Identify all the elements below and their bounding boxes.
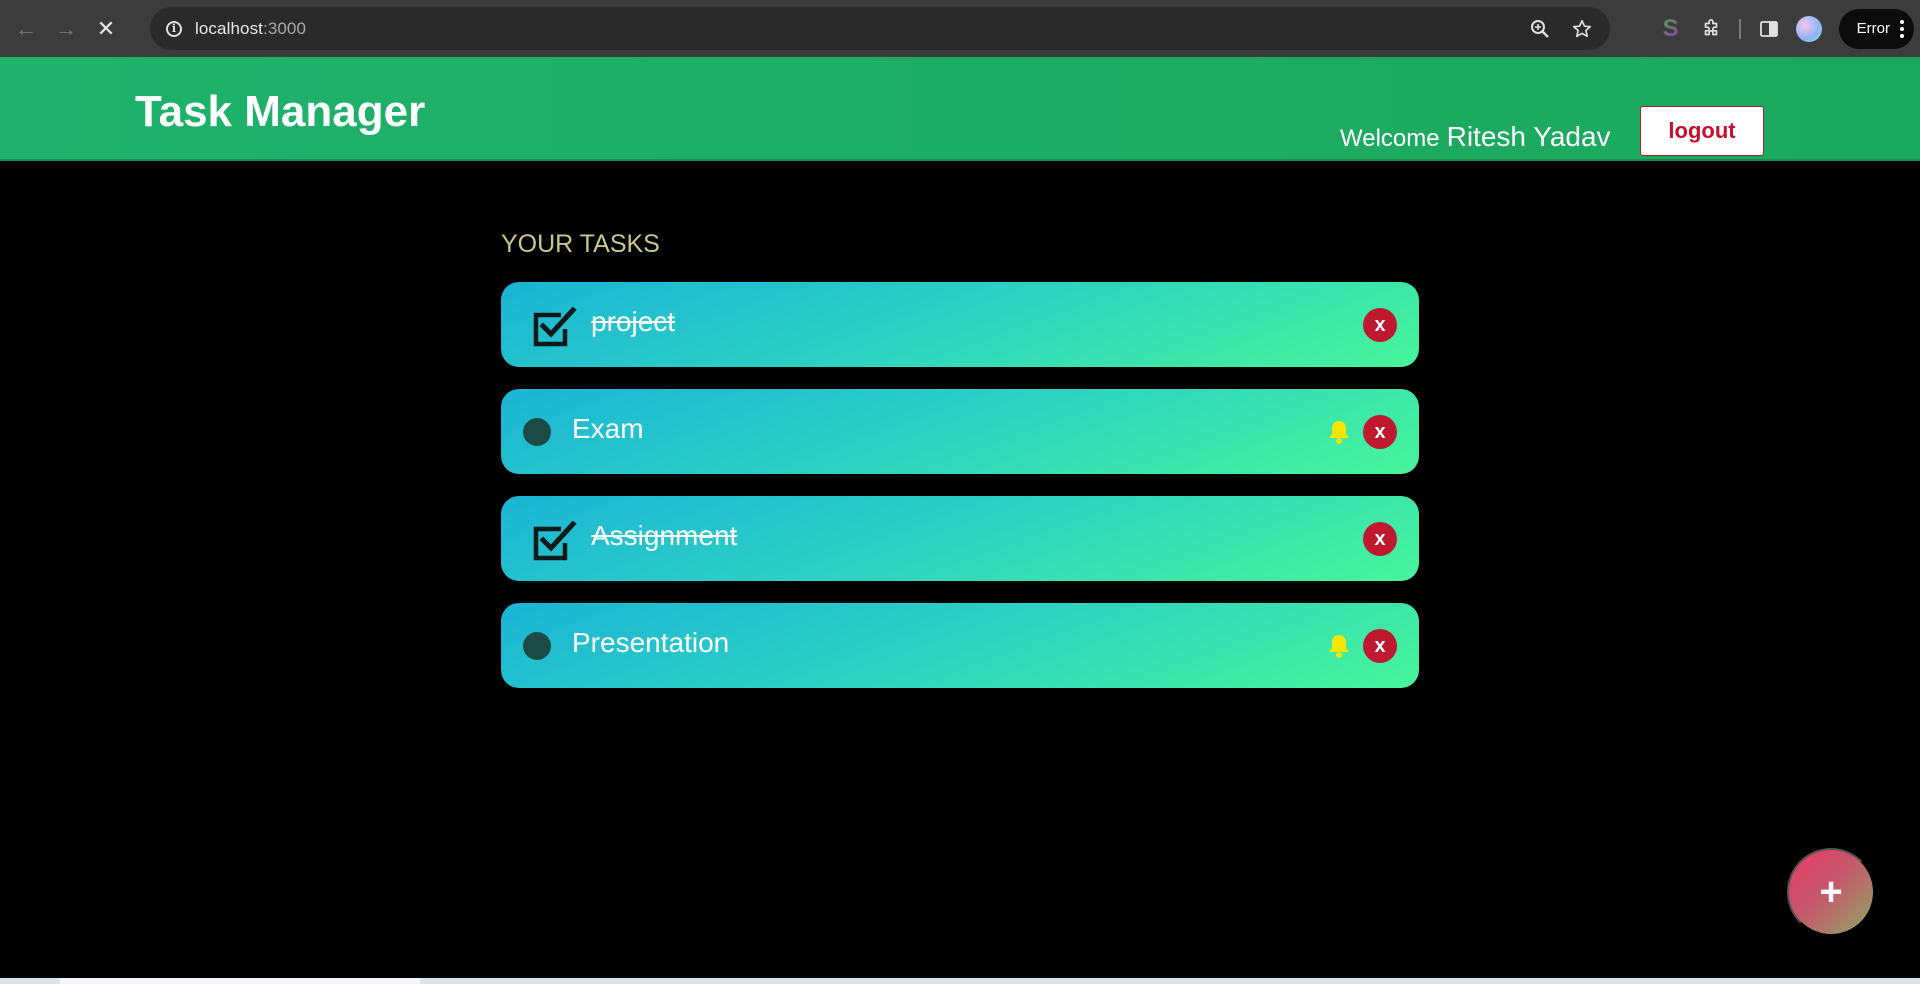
puzzle-icon[interactable] xyxy=(1691,9,1731,49)
task-card[interactable]: Assignment x xyxy=(501,496,1419,581)
avatar-icon[interactable] xyxy=(1789,9,1829,49)
bell-icon[interactable] xyxy=(1327,633,1351,659)
tasks-heading: YOUR TASKS xyxy=(501,230,660,258)
app-header: Task Manager Welcome Ritesh Yadav logout xyxy=(0,57,1920,161)
kebab-icon xyxy=(1900,19,1904,38)
task-card[interactable]: Presentation x xyxy=(501,603,1419,688)
extension-s-icon[interactable]: S xyxy=(1651,9,1691,49)
welcome-message: Welcome Ritesh Yadav xyxy=(1340,121,1611,153)
delete-task-button[interactable]: x xyxy=(1363,522,1397,556)
task-title: Presentation xyxy=(572,627,730,658)
zoom-icon[interactable] xyxy=(1528,17,1552,41)
sidebar-icon[interactable] xyxy=(1749,9,1789,49)
task-card[interactable]: Exam x xyxy=(501,389,1419,474)
pending-dot-icon[interactable] xyxy=(523,632,551,660)
delete-task-button[interactable]: x xyxy=(1363,415,1397,449)
plus-icon: + xyxy=(1819,869,1843,914)
error-label: Error xyxy=(1856,20,1890,37)
star-icon[interactable] xyxy=(1570,17,1594,41)
url-host: localhost xyxy=(195,18,263,38)
task-title: Assignment xyxy=(591,520,738,551)
address-bar[interactable]: i localhost:3000 xyxy=(150,7,1610,50)
bell-icon[interactable] xyxy=(1327,419,1351,445)
site-info-icon[interactable]: i xyxy=(159,14,189,44)
app-title: Task Manager xyxy=(135,87,426,136)
bottom-strip xyxy=(0,978,1920,984)
task-title: Exam xyxy=(572,413,644,444)
forward-icon[interactable]: → xyxy=(46,9,86,49)
url-text[interactable]: localhost:3000 xyxy=(195,19,306,39)
checked-box-icon[interactable] xyxy=(533,306,577,347)
user-name: Ritesh Yadav xyxy=(1446,121,1611,152)
delete-task-button[interactable]: x xyxy=(1363,308,1397,342)
url-port: :3000 xyxy=(263,18,307,38)
toolbar-divider xyxy=(1738,18,1741,39)
add-task-button[interactable]: + xyxy=(1787,848,1875,936)
stop-icon[interactable]: ✕ xyxy=(86,9,126,49)
checked-box-icon[interactable] xyxy=(533,520,577,561)
task-title: project xyxy=(591,306,676,337)
pending-dot-icon[interactable] xyxy=(523,418,551,446)
delete-task-button[interactable]: x xyxy=(1363,629,1397,663)
browser-toolbar: ← → ✕ i localhost:3000 S Error xyxy=(0,0,1920,57)
task-card[interactable]: project x xyxy=(501,282,1419,367)
error-button[interactable]: Error xyxy=(1838,8,1914,49)
back-icon[interactable]: ← xyxy=(6,9,46,49)
logout-button[interactable]: logout xyxy=(1640,106,1764,156)
welcome-label: Welcome xyxy=(1340,125,1440,152)
